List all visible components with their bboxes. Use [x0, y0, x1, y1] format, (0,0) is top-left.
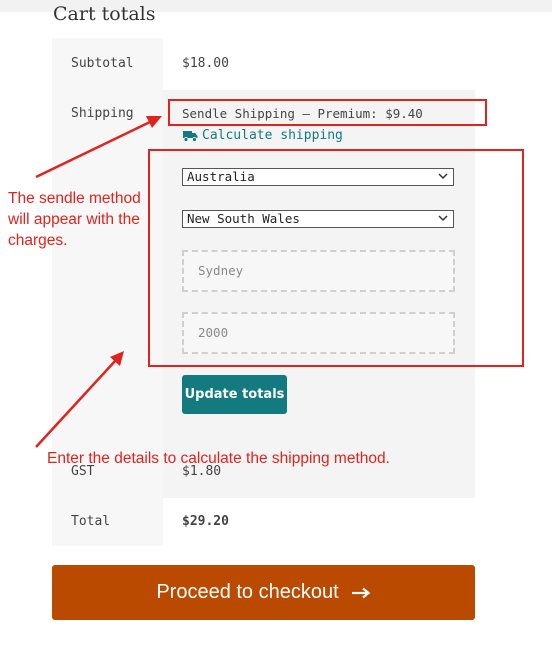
method-annotation-line-2: will appear with the — [8, 211, 140, 228]
proceed-to-checkout-button[interactable]: Proceed to checkout — [52, 565, 475, 620]
update-totals-button[interactable]: Update totals — [182, 375, 287, 414]
total-label: Total — [71, 514, 111, 529]
method-annotation: The sendle method will appear with the c… — [8, 188, 141, 251]
method-annotation-line-1: The sendle method — [8, 190, 141, 207]
calculate-shipping-label: Calculate shipping — [202, 128, 343, 143]
shipping-method-highlight — [168, 99, 487, 126]
method-annotation-line-3: charges. — [8, 232, 68, 249]
checkout-label: Proceed to checkout — [156, 581, 339, 603]
shipping-label: Shipping — [71, 106, 134, 121]
total-value: $29.20 — [182, 514, 229, 529]
details-annotation: Enter the details to calculate the shipp… — [47, 450, 390, 467]
form-highlight — [148, 149, 524, 367]
arrow-right-icon — [351, 587, 370, 598]
calculate-shipping-link[interactable]: Calculate shipping — [183, 128, 343, 143]
subtotal-value: $18.00 — [182, 56, 229, 71]
cart-totals-title: Cart totals — [53, 3, 156, 25]
subtotal-label: Subtotal — [71, 56, 134, 71]
truck-icon — [183, 130, 198, 142]
